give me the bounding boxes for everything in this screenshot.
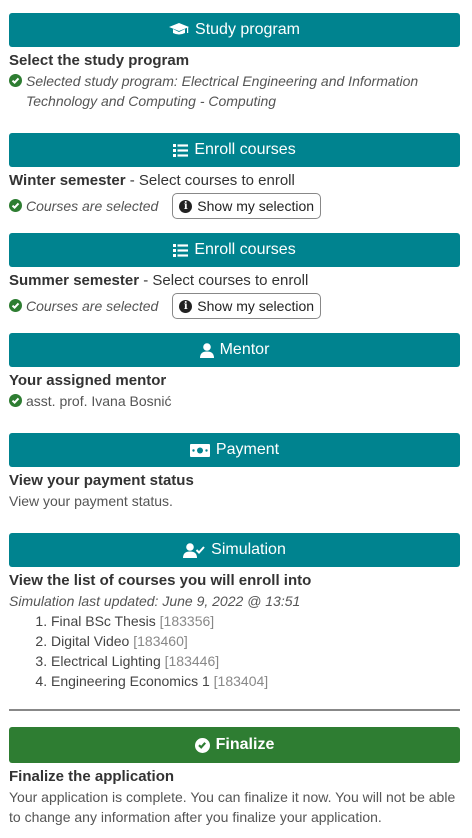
finalize-label: Finalize — [215, 736, 275, 753]
check-circle-icon — [9, 394, 22, 407]
simulation-title: View the list of courses you will enroll… — [9, 572, 312, 589]
study-program-title: Select the study program — [9, 52, 190, 69]
enroll-winter-button[interactable]: Enroll courses — [9, 133, 460, 167]
payment-button[interactable]: Payment — [9, 433, 460, 467]
payment-title: View your payment status — [9, 472, 194, 489]
info-icon: i — [179, 199, 193, 213]
summer-show-selection-button[interactable]: i Show my selection — [172, 293, 322, 319]
graduation-cap-icon — [169, 23, 190, 37]
winter-status: Courses are selected — [9, 196, 158, 216]
simulation-button[interactable]: Simulation — [9, 533, 460, 567]
course-name: Digital Video — [51, 633, 130, 649]
winter-show-selection-button[interactable]: i Show my selection — [172, 193, 322, 219]
course-id: [183446] — [164, 653, 220, 669]
winter-title-bold: Winter semester — [9, 172, 126, 189]
check-circle-icon — [194, 737, 210, 753]
enroll-summer-button[interactable]: Enroll courses — [9, 233, 460, 267]
money-bill-icon — [189, 443, 210, 457]
mentor-status: asst. prof. Ivana Bosnić — [9, 391, 460, 411]
course-id: [183356] — [159, 613, 215, 629]
course-item: Engineering Economics 1 [183404] — [51, 671, 460, 691]
summer-title-bold: Summer semester — [9, 272, 140, 289]
simulation-label: Simulation — [211, 541, 286, 558]
course-item: Digital Video [183460] — [51, 631, 460, 651]
study-program-label: Study program — [195, 21, 300, 38]
course-item: Final BSc Thesis [183356] — [51, 611, 460, 631]
list-icon — [173, 143, 189, 157]
summer-status: Courses are selected — [9, 296, 158, 316]
winter-show-selection-label: Show my selection — [197, 198, 315, 214]
course-id: [183460] — [133, 633, 188, 649]
study-program-status-text: Selected study program: Electrical Engin… — [26, 73, 419, 109]
course-name: Engineering Economics 1 — [51, 673, 210, 689]
study-program-status: Selected study program: Electrical Engin… — [9, 71, 460, 111]
check-circle-icon — [9, 199, 22, 212]
mentor-label: Mentor — [219, 341, 270, 358]
summer-title: Summer semester - Select courses to enro… — [9, 271, 460, 291]
check-circle-icon — [9, 299, 22, 312]
summer-title-rest: - Select courses to enroll — [139, 272, 309, 289]
user-check-icon — [183, 542, 205, 558]
course-item: Electrical Lighting [183446] — [51, 651, 460, 671]
info-icon: i — [179, 299, 193, 313]
winter-title: Winter semester - Select courses to enro… — [9, 171, 460, 191]
summer-status-text: Courses are selected — [26, 298, 159, 314]
simulation-updated: Simulation last updated: June 9, 2022 @ … — [9, 593, 301, 609]
check-circle-icon — [9, 74, 22, 87]
user-icon — [199, 342, 214, 358]
course-name: Electrical Lighting — [51, 653, 161, 669]
course-name: Final BSc Thesis — [51, 613, 156, 629]
divider — [9, 709, 460, 711]
summer-show-selection-label: Show my selection — [197, 298, 315, 314]
winter-title-rest: - Select courses to enroll — [125, 172, 295, 189]
list-icon — [173, 243, 189, 257]
mentor-name: asst. prof. Ivana Bosnić — [26, 393, 172, 409]
finalize-title: Finalize the application — [9, 768, 175, 785]
finalize-button[interactable]: Finalize — [9, 727, 460, 763]
mentor-button[interactable]: Mentor — [9, 333, 460, 367]
study-program-button[interactable]: Study program — [9, 13, 460, 47]
payment-label: Payment — [215, 441, 280, 458]
course-list: Final BSc Thesis [183356] Digital Video … — [9, 611, 460, 691]
course-id: [183404] — [213, 673, 269, 689]
payment-text: View your payment status. — [9, 493, 173, 509]
enroll-summer-label: Enroll courses — [194, 241, 296, 258]
mentor-title: Your assigned mentor — [9, 372, 167, 389]
enroll-winter-label: Enroll courses — [194, 141, 296, 158]
winter-status-text: Courses are selected — [26, 198, 159, 214]
finalize-text: Your application is complete. You can fi… — [9, 789, 456, 825]
